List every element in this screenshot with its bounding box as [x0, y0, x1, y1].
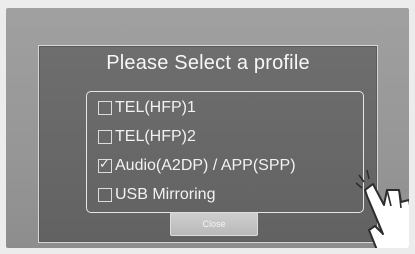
check-icon: ✓	[99, 156, 110, 171]
option-label: Audio(A2DP) / APP(SPP)	[115, 157, 296, 174]
checkbox-unchecked[interactable]	[98, 130, 112, 144]
option-tel-hfp1[interactable]: TEL(HFP)1	[98, 96, 196, 120]
option-label: USB Mirroring	[115, 186, 216, 203]
checkbox-checked[interactable]: ✓	[98, 156, 112, 173]
checkbox-unchecked[interactable]	[98, 188, 112, 202]
option-audio-a2dp-app-spp[interactable]: ✓ Audio(A2DP) / APP(SPP)	[98, 154, 296, 178]
profile-select-dialog: Please Select a profile TEL(HFP)1 TEL(HF…	[38, 45, 378, 243]
hand-pointer-icon	[355, 169, 409, 248]
close-button[interactable]: Close	[170, 212, 258, 236]
option-tel-hfp2[interactable]: TEL(HFP)2	[98, 125, 196, 149]
dialog-title: Please Select a profile	[106, 52, 310, 74]
option-usb-mirroring[interactable]: USB Mirroring	[98, 183, 215, 207]
option-label: TEL(HFP)1	[115, 99, 196, 116]
head-unit-screen: Please Select a profile TEL(HFP)1 TEL(HF…	[6, 8, 409, 248]
profile-options-list: TEL(HFP)1 TEL(HFP)2 ✓ Audio(A2DP) / APP(…	[86, 91, 364, 213]
option-label: TEL(HFP)2	[115, 128, 196, 145]
checkbox-unchecked[interactable]	[98, 101, 112, 115]
